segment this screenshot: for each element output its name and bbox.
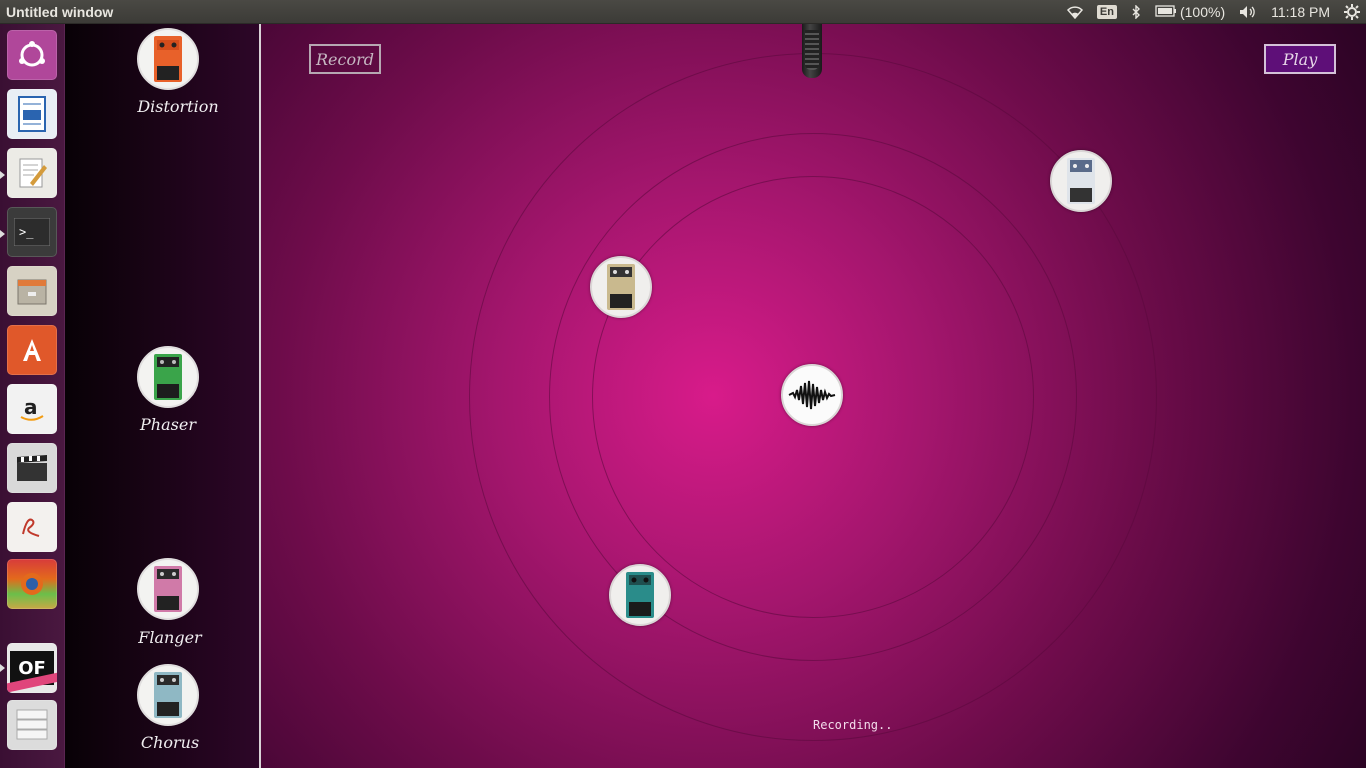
keyboard-layout-label: En bbox=[1096, 4, 1117, 19]
pdf-viewer-icon[interactable] bbox=[7, 502, 57, 552]
running-indicator bbox=[0, 664, 5, 672]
text-editor-icon[interactable] bbox=[7, 148, 57, 198]
amazon-icon[interactable]: a bbox=[7, 384, 57, 434]
software-center-icon[interactable] bbox=[7, 325, 57, 375]
running-indicator bbox=[0, 230, 5, 238]
terminal-icon[interactable]: >_ bbox=[7, 207, 57, 257]
window-title: Untitled window bbox=[6, 3, 114, 20]
effects-stage[interactable]: Record Play Recording.. bbox=[261, 24, 1366, 768]
firefox-stack-icon[interactable] bbox=[7, 559, 57, 609]
status-text: Recording.. bbox=[813, 718, 893, 732]
top-panel: Untitled window En (100%) 11:18 PM bbox=[0, 0, 1366, 24]
effect-node-upper-left[interactable] bbox=[590, 256, 652, 318]
effect-node-lower[interactable] bbox=[609, 564, 671, 626]
play-button[interactable]: Play bbox=[1264, 44, 1336, 74]
distortion-pedal[interactable] bbox=[137, 28, 199, 90]
wifi-icon[interactable] bbox=[1066, 5, 1083, 19]
record-button[interactable]: Record bbox=[309, 44, 381, 74]
ubuntu-dash-icon[interactable] bbox=[7, 30, 57, 80]
chorus-pedal[interactable] bbox=[137, 664, 199, 726]
pedal-label-chorus: Chorus bbox=[140, 733, 200, 752]
pedal-label-phaser: Phaser bbox=[140, 415, 196, 434]
clock[interactable]: 11:18 PM bbox=[1271, 4, 1330, 20]
workspaces-icon[interactable] bbox=[7, 700, 57, 750]
pedal-palette: Distortion Phaser Flanger Chorus bbox=[65, 24, 261, 768]
audio-source-node[interactable] bbox=[781, 364, 843, 426]
files-icon[interactable] bbox=[7, 266, 57, 316]
battery-percent: (100%) bbox=[1179, 3, 1226, 20]
running-indicator bbox=[0, 171, 5, 179]
phaser-pedal[interactable] bbox=[137, 346, 199, 408]
svg-text:>_: >_ bbox=[19, 225, 34, 239]
flanger-pedal[interactable] bbox=[137, 558, 199, 620]
bluetooth-icon[interactable] bbox=[1131, 4, 1141, 19]
battery-indicator[interactable]: (100%) bbox=[1155, 4, 1225, 20]
pedal-icon bbox=[1067, 158, 1095, 204]
microphone-icon bbox=[802, 24, 822, 78]
pedal-icon bbox=[607, 264, 635, 310]
keyboard-layout-indicator[interactable]: En bbox=[1096, 4, 1117, 19]
pedal-icon bbox=[626, 572, 654, 618]
waveform-icon bbox=[788, 380, 836, 410]
pedal-label-flanger: Flanger bbox=[138, 628, 202, 647]
effect-node-upper-right[interactable] bbox=[1050, 150, 1112, 212]
battery-icon bbox=[1155, 4, 1177, 20]
openframeworks-debug-icon[interactable]: OF bbox=[7, 643, 57, 693]
video-editor-icon[interactable] bbox=[7, 443, 57, 493]
indicator-area: En (100%) 11:18 PM bbox=[1053, 0, 1366, 24]
pedal-label-distortion: Distortion bbox=[137, 97, 219, 116]
launcher: >_ a OF bbox=[0, 24, 65, 768]
volume-icon[interactable] bbox=[1239, 5, 1257, 19]
writer-icon[interactable] bbox=[7, 89, 57, 139]
svg-text:a: a bbox=[24, 395, 38, 419]
settings-gear-icon[interactable] bbox=[1344, 3, 1360, 20]
